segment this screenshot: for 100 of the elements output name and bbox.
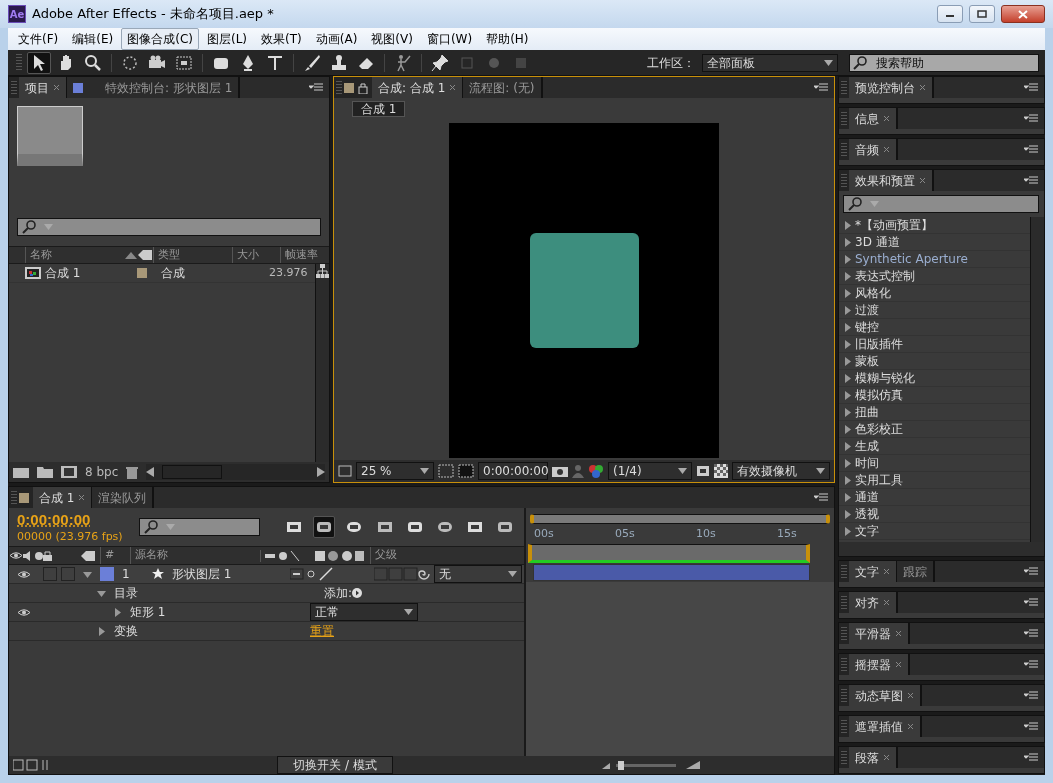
effect-category[interactable]: 通道 [839,489,1030,506]
minimize-button[interactable] [937,5,963,23]
menu-item[interactable]: 图层(L) [200,28,254,50]
maximize-button[interactable] [969,5,995,23]
workspace-dropdown[interactable]: 全部面板 [702,53,838,72]
effect-category[interactable]: 旧版插件 [839,336,1030,353]
vertical-scrollbar[interactable] [1030,217,1044,542]
effect-category[interactable]: 3D 通道 [839,234,1030,251]
panel-tab[interactable]: 合成 1 [33,487,93,508]
selection-tool-button[interactable] [27,51,51,74]
effect-category[interactable]: 扭曲 [839,404,1030,421]
effect-category[interactable]: 文字 [839,523,1030,540]
menu-item[interactable]: 帮助(H) [480,28,535,50]
trash-icon[interactable] [126,465,139,479]
effect-category[interactable]: 实用工具 [839,472,1030,489]
panel-menu-icon[interactable] [1024,691,1038,700]
column-header[interactable]: 大小 [232,246,280,264]
panel-menu-icon[interactable] [814,493,828,502]
menu-item[interactable]: 视图(V) [365,28,419,50]
effect-category[interactable]: *【动画预置】 [839,217,1030,234]
close-icon[interactable] [907,692,914,699]
effect-category[interactable]: 蒙板 [839,353,1030,370]
close-icon[interactable] [883,146,890,153]
panel-tab[interactable]: 文字 [849,561,897,582]
column-header[interactable]: 帧速率 [280,246,326,264]
composition-breadcrumb[interactable]: 合成 1 [352,101,406,117]
layer-search-field[interactable] [139,518,260,536]
effects-search-field[interactable] [843,195,1039,213]
close-button[interactable] [1001,5,1045,23]
close-icon[interactable] [883,599,890,606]
column-header[interactable]: 类型 [153,246,208,264]
effect-category[interactable]: 生成 [839,438,1030,455]
eye-icon[interactable] [17,608,31,617]
menu-item[interactable]: 编辑(E) [66,28,120,50]
menu-item[interactable]: 动画(A) [309,28,364,50]
current-time-display[interactable]: 0:00:00:00 [17,510,91,529]
lock-toggle[interactable] [61,567,75,581]
panel-menu-icon[interactable] [1024,660,1038,669]
camera-dropdown[interactable]: 有效摄像机 [732,462,830,480]
zoom-dropdown[interactable]: 25 % [356,462,434,480]
snapshot-icon[interactable] [552,465,568,477]
effect-category[interactable]: 风格化 [839,285,1030,302]
panel-tab[interactable]: 效果和预置 [849,170,933,191]
dropdown-arrow-icon[interactable] [824,59,833,66]
property-name[interactable]: 目录 [114,584,254,602]
panel-tab[interactable]: 遮罩插值 [849,716,921,737]
panel-tab[interactable]: 摇摆器 [849,654,909,675]
panel-tab[interactable]: 动态草图 [849,685,921,706]
column-header[interactable]: 名称 [25,246,125,264]
effect-category[interactable]: 模糊与锐化 [839,370,1030,387]
panel-menu-icon[interactable] [1024,176,1038,185]
search-icon[interactable] [22,220,38,234]
solo-icon[interactable] [35,551,43,560]
panel-tab[interactable]: 跟踪 [897,561,934,582]
effect-category[interactable]: 时间 [839,455,1030,472]
reset-link[interactable]: 重置 [310,622,334,640]
always-preview-icon[interactable] [338,465,352,477]
expand-arrow-icon[interactable] [113,607,122,617]
panel-menu-icon[interactable] [1024,114,1038,123]
pick-whip-icon[interactable] [418,568,430,580]
panel-tab[interactable]: 特效控制台: 形状图层 1 [67,77,240,98]
column-header[interactable]: 父级 [370,547,397,564]
panel-menu-icon[interactable] [1024,722,1038,731]
column-header[interactable]: # [100,547,130,564]
region-of-interest-icon[interactable] [696,465,710,477]
effect-category[interactable]: 透视 [839,506,1030,523]
dropdown-arrow-icon[interactable] [678,468,687,474]
expand-arrow-icon[interactable] [97,626,106,636]
panel-tab[interactable]: 预览控制台 [849,77,933,98]
panel-menu-icon[interactable] [1024,598,1038,607]
layer-name[interactable]: 形状图层 1 [172,565,290,583]
eye-icon[interactable] [9,551,23,560]
toggle-switches-modes-button[interactable]: 切换开关 / 模式 [277,756,393,774]
close-icon[interactable] [895,661,902,668]
effect-category[interactable]: 过渡 [839,302,1030,319]
close-icon[interactable] [53,84,60,91]
solo-toggle[interactable] [43,567,57,581]
person-icon[interactable] [572,464,584,478]
panel-menu-icon[interactable] [814,83,828,92]
column-header[interactable]: 源名称 [130,547,260,564]
expand-arrow-icon[interactable] [83,569,92,579]
panel-menu-icon[interactable] [309,83,323,92]
expand-arrow-icon[interactable] [97,588,106,598]
color-channels-icon[interactable] [588,464,604,478]
time-navigator[interactable] [528,544,810,563]
panel-tab[interactable]: 信息 [849,108,897,129]
effect-category[interactable]: 表达式控制 [839,268,1030,285]
switches-icon[interactable] [265,549,365,562]
lock-icon[interactable] [43,550,52,561]
close-icon[interactable] [883,754,890,761]
effect-category[interactable]: 模拟仿真 [839,387,1030,404]
menu-item[interactable]: 效果(T) [255,28,308,50]
panel-menu-icon[interactable] [1024,145,1038,154]
project-item-name[interactable]: 合成 1 [45,264,137,282]
close-icon[interactable] [919,177,926,184]
panel-tab[interactable]: 音频 [849,139,897,160]
dropdown-arrow-icon[interactable] [404,609,413,615]
resolution-dropdown[interactable]: (1/4) [608,462,692,480]
close-icon[interactable] [449,84,457,91]
search-icon[interactable] [853,55,869,70]
